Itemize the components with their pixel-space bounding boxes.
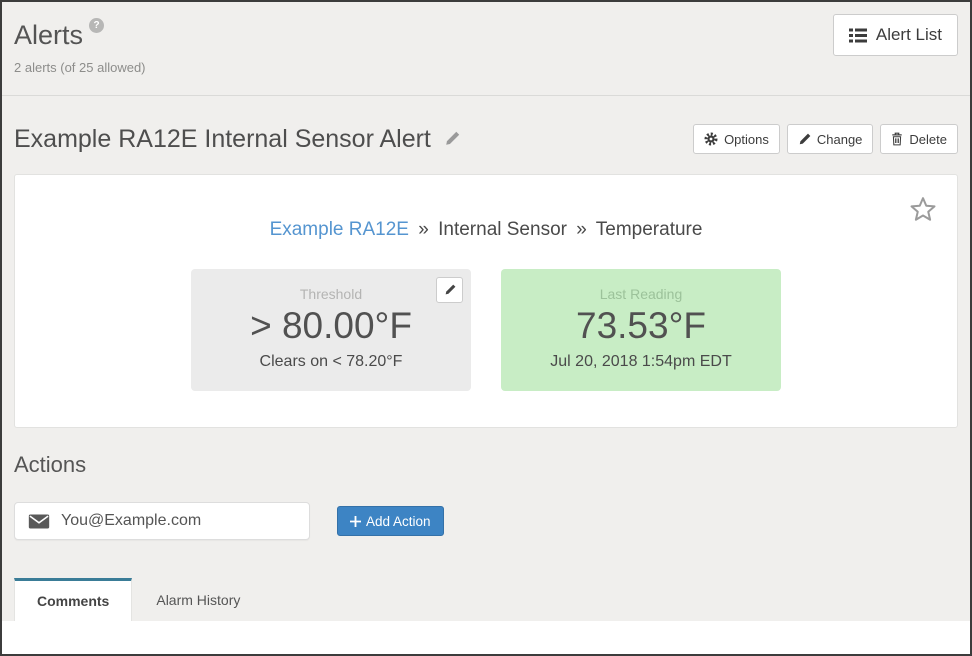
help-icon[interactable]: ? (89, 18, 104, 33)
breadcrumb-sensor: Internal Sensor (438, 219, 567, 240)
last-reading-value: 73.53°F (501, 305, 781, 348)
envelope-icon (28, 514, 50, 529)
add-action-button[interactable]: Add Action (337, 506, 444, 536)
last-reading-label: Last Reading (501, 286, 781, 302)
last-reading-timestamp: Jul 20, 2018 1:54pm EDT (501, 353, 781, 371)
reading-boxes: Threshold > 80.00°F Clears on < 78.20°F … (15, 269, 957, 391)
breadcrumb-metric: Temperature (596, 219, 703, 240)
edit-alert-name-icon[interactable] (444, 131, 460, 147)
threshold-box: Threshold > 80.00°F Clears on < 78.20°F (191, 269, 471, 391)
last-reading-box: Last Reading 73.53°F Jul 20, 2018 1:54pm… (501, 269, 781, 391)
tab-bar: Comments Alarm History (14, 578, 970, 621)
header-divider (2, 95, 970, 96)
alerts-page: Alerts ? 2 alerts (of 25 allowed) Alert … (2, 2, 970, 654)
list-icon (849, 28, 867, 43)
actions-section: Actions You@Example.com Add Action (2, 452, 970, 540)
favorite-star-icon[interactable] (908, 195, 938, 225)
breadcrumb-device-link[interactable]: Example RA12E (270, 219, 409, 240)
pencil-icon (798, 133, 811, 146)
trash-icon (891, 132, 903, 146)
email-action-item[interactable]: You@Example.com (14, 502, 310, 540)
edit-threshold-button[interactable] (436, 277, 463, 303)
change-button[interactable]: Change (787, 124, 874, 154)
alert-header-row: Example RA12E Internal Sensor Alert Opti… (2, 124, 970, 154)
threshold-label: Threshold (191, 286, 471, 302)
breadcrumb-separator: » (576, 219, 587, 240)
threshold-clears-on: Clears on < 78.20°F (191, 353, 471, 371)
tab-comments-label: Comments (37, 593, 109, 609)
add-action-button-label: Add Action (366, 514, 431, 529)
breadcrumb: Example RA12E » Internal Sensor » Temper… (15, 219, 957, 241)
alert-title-wrap: Example RA12E Internal Sensor Alert (14, 125, 460, 154)
email-action-label: You@Example.com (61, 512, 201, 530)
pencil-icon (444, 284, 456, 296)
threshold-value: > 80.00°F (191, 305, 471, 348)
alert-list-button[interactable]: Alert List (833, 14, 958, 56)
tab-comments[interactable]: Comments (14, 578, 132, 621)
options-button[interactable]: Options (693, 124, 780, 154)
breadcrumb-separator: » (418, 219, 429, 240)
alert-card: Example RA12E » Internal Sensor » Temper… (14, 174, 958, 428)
page-title: Alerts (14, 20, 83, 50)
plus-icon (350, 516, 361, 527)
alert-action-buttons: Options Change Delete (693, 124, 958, 154)
alert-count-text: 2 alerts (of 25 allowed) (14, 60, 958, 75)
delete-button[interactable]: Delete (880, 124, 958, 154)
page-header: Alerts ? 2 alerts (of 25 allowed) Alert … (2, 2, 970, 75)
tab-content (2, 621, 970, 654)
actions-row: You@Example.com Add Action (14, 502, 958, 540)
actions-heading: Actions (14, 452, 958, 478)
page-title-row: Alerts ? (14, 20, 958, 50)
alert-title: Example RA12E Internal Sensor Alert (14, 125, 431, 154)
tab-alarm-history[interactable]: Alarm History (132, 578, 264, 621)
delete-button-label: Delete (909, 132, 947, 147)
options-button-label: Options (724, 132, 769, 147)
gear-icon (704, 132, 718, 146)
change-button-label: Change (817, 132, 863, 147)
alert-list-button-label: Alert List (876, 25, 942, 45)
tab-alarm-history-label: Alarm History (156, 592, 240, 608)
